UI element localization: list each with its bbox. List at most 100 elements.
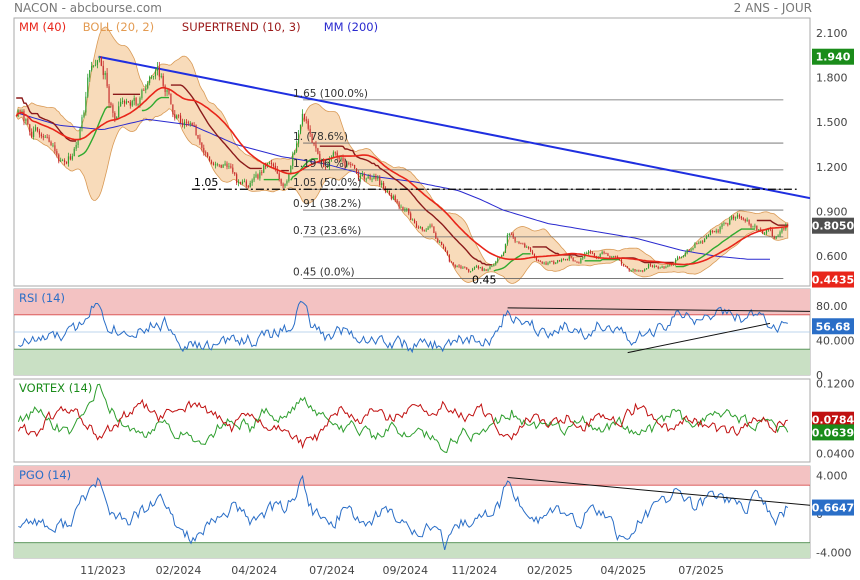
candle-body: [483, 269, 485, 271]
candle-body: [123, 100, 126, 104]
candle-body: [502, 252, 505, 256]
price-badge: 1.940: [812, 48, 854, 65]
candle-body: [137, 104, 139, 105]
rsi-overbought-zone: [14, 289, 810, 315]
x-tick-label: 04/2024: [231, 564, 277, 577]
pgo-badge-label: 0.6647: [812, 502, 854, 515]
fib-level-label: 1. (78.6%): [293, 131, 348, 143]
candle-body: [390, 195, 392, 200]
candle-body: [688, 249, 690, 251]
candle-body: [199, 138, 201, 143]
candle-body: [187, 122, 189, 124]
candle-body: [676, 257, 679, 260]
candle-body: [127, 101, 129, 103]
candle-body: [481, 267, 483, 271]
price-badge: 0.4435: [812, 271, 854, 288]
candle-body: [412, 219, 414, 221]
candle-body: [60, 160, 62, 162]
candle-body: [678, 257, 681, 259]
candle-body: [700, 241, 702, 243]
vortex-panel-frame: [13, 378, 811, 463]
candle-body: [236, 174, 238, 184]
candle-body: [176, 115, 178, 119]
candle-body: [439, 241, 441, 243]
candle-body: [754, 225, 756, 227]
candle-body: [40, 134, 42, 137]
candle-body: [334, 152, 336, 154]
legend-price: SUPERTREND (10, 3): [182, 20, 301, 34]
candle-body: [375, 175, 377, 179]
candle-body: [684, 252, 686, 257]
candle-body: [272, 164, 274, 166]
candle-body: [665, 266, 667, 268]
candle-body: [106, 72, 108, 87]
candle-body: [383, 182, 385, 189]
candle-body: [58, 154, 60, 162]
candle-body: [566, 259, 568, 260]
candle-body: [702, 241, 704, 243]
candle-body: [160, 75, 162, 77]
candle-body: [500, 255, 503, 257]
candle-body: [620, 259, 623, 265]
candle-body: [42, 136, 44, 138]
candle-body: [423, 229, 425, 231]
candle-body: [435, 233, 437, 239]
candle-body: [239, 181, 242, 185]
rsi-badge-label: 56.68: [816, 320, 851, 333]
candle-body: [487, 269, 489, 271]
candle-body: [752, 226, 754, 228]
candle-body: [537, 259, 539, 261]
vortex-badge-label: 0.0639: [812, 426, 854, 439]
candle-body: [748, 219, 750, 225]
candle-body: [288, 173, 290, 182]
candle-body: [367, 176, 369, 179]
candle-body: [268, 162, 271, 164]
candle-body: [104, 72, 106, 76]
candle-body: [644, 269, 646, 271]
candle-body: [282, 183, 284, 187]
candle-body: [284, 183, 286, 187]
candle-body: [234, 172, 236, 175]
candle-body: [709, 231, 711, 236]
candle-body: [657, 266, 659, 269]
candle-body: [495, 261, 497, 265]
candle-body: [36, 127, 39, 131]
candle-body: [129, 102, 131, 106]
candle-body: [607, 253, 609, 256]
candle-body: [742, 218, 744, 220]
candle-body: [23, 110, 25, 122]
candle-body: [83, 112, 85, 118]
candle-body: [102, 65, 104, 76]
candle-body: [646, 268, 648, 270]
x-tick-label: 02/2024: [156, 564, 202, 577]
x-tick-label: 11/2023: [80, 564, 126, 577]
candle-body: [305, 119, 307, 121]
candle-body: [682, 256, 684, 258]
candle-body: [744, 219, 746, 222]
candle-body: [559, 260, 561, 262]
candle-body: [197, 134, 199, 139]
candle-body: [355, 168, 358, 174]
candle-body: [512, 234, 514, 238]
candle-body: [551, 261, 553, 263]
candle-body: [214, 164, 216, 166]
candle-body: [257, 174, 259, 179]
candle-body: [448, 255, 450, 262]
candle-body: [729, 219, 731, 225]
candle-body: [166, 90, 168, 93]
candle-body: [576, 261, 578, 263]
candle-body: [638, 270, 640, 272]
candle-body: [371, 178, 373, 180]
candle-body: [464, 267, 466, 269]
candle-body: [120, 101, 122, 107]
candle-body: [247, 186, 249, 188]
candle-body: [121, 100, 124, 102]
candle-body: [582, 257, 584, 259]
candle-body: [746, 219, 748, 222]
candle-body: [125, 101, 128, 104]
candle-body: [19, 110, 21, 113]
candle-body: [750, 224, 752, 228]
candle-body: [661, 266, 663, 268]
candle-body: [692, 247, 694, 250]
x-tick-label: 04/2025: [600, 564, 646, 577]
